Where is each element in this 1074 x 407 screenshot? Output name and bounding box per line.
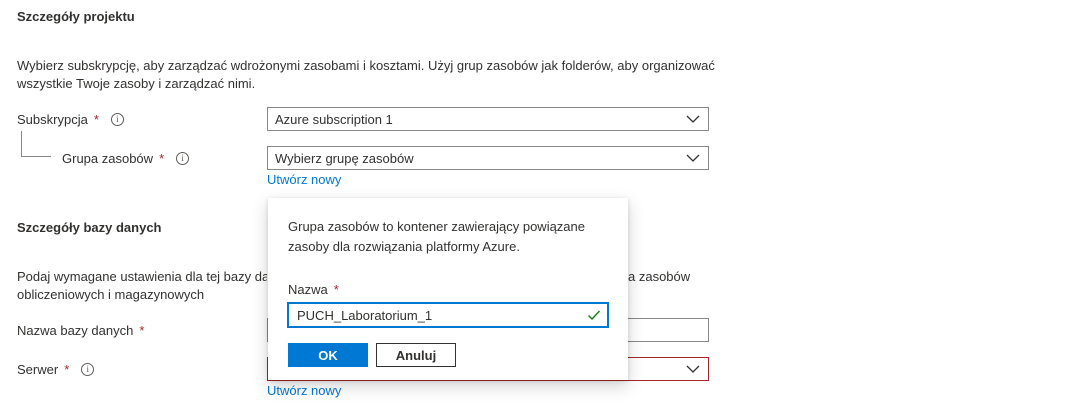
subscription-select[interactable]: Azure subscription 1 <box>267 107 709 131</box>
required-marker: * <box>333 282 339 297</box>
info-icon[interactable]: i <box>110 113 124 126</box>
project-description-line2: wszystkie Twoje zasoby i zarządzać nimi. <box>17 76 256 91</box>
server-label-text: Serwer <box>17 362 59 377</box>
info-icon[interactable]: i <box>81 363 95 376</box>
resource-group-label: Grupa zasobów * i <box>62 151 190 166</box>
required-marker: * <box>159 151 165 166</box>
project-description: Wybierz subskrypcję, aby zarządzać wdroż… <box>17 57 717 93</box>
db-name-label-text: Nazwa bazy danych <box>17 323 134 338</box>
tree-connector-vertical <box>21 131 22 156</box>
create-new-server-link[interactable]: Utwórz nowy <box>267 383 341 398</box>
callout-description: Grupa zasobów to kontener zawierający po… <box>288 217 618 257</box>
database-description-line1-left: Podaj wymagane ustawienia dla tej bazy d… <box>17 269 267 284</box>
database-description-line1-right: a zasobów <box>628 269 691 284</box>
project-details-title: Szczegóły projektu <box>17 9 135 24</box>
create-new-resource-group-link[interactable]: Utwórz nowy <box>267 172 341 187</box>
database-details-title: Szczegóły bazy danych <box>17 220 162 235</box>
resource-group-select[interactable]: Wybierz grupę zasobów <box>267 146 709 170</box>
ok-button[interactable]: OK <box>288 343 368 367</box>
callout-name-label-text: Nazwa <box>288 282 328 297</box>
callout-description-line2: zasoby dla rozwiązania platformy Azure. <box>288 239 520 254</box>
callout-description-line1: Grupa zasobów to kontener zawierający po… <box>288 219 586 234</box>
callout-name-input[interactable]: PUCH_Laboratorium_1 <box>287 302 609 328</box>
callout-name-label: Nazwa * <box>288 282 339 297</box>
checkmark-icon <box>588 310 601 321</box>
database-description-line2: obliczeniowych i magazynowych <box>17 287 205 302</box>
chevron-down-icon <box>686 365 700 373</box>
info-icon[interactable]: i <box>176 152 190 165</box>
resource-group-placeholder: Wybierz grupę zasobów <box>275 150 414 166</box>
chevron-down-icon <box>686 154 700 162</box>
required-marker: * <box>64 362 70 377</box>
create-resource-group-callout: Grupa zasobów to kontener zawierający po… <box>268 198 628 380</box>
resource-group-label-text: Grupa zasobów <box>62 151 154 166</box>
cancel-button[interactable]: Anuluj <box>376 343 456 367</box>
chevron-down-icon <box>686 115 700 123</box>
project-description-line1: Wybierz subskrypcję, aby zarządzać wdroż… <box>17 58 715 73</box>
subscription-value: Azure subscription 1 <box>275 111 393 127</box>
subscription-label: Subskrypcja * i <box>17 112 124 127</box>
required-marker: * <box>139 323 145 338</box>
subscription-label-text: Subskrypcja <box>17 112 88 127</box>
tree-connector-horizontal <box>21 156 51 157</box>
server-label: Serwer * i <box>17 362 95 377</box>
db-name-label: Nazwa bazy danych * <box>17 323 144 338</box>
callout-name-value: PUCH_Laboratorium_1 <box>297 307 433 323</box>
required-marker: * <box>93 112 99 127</box>
